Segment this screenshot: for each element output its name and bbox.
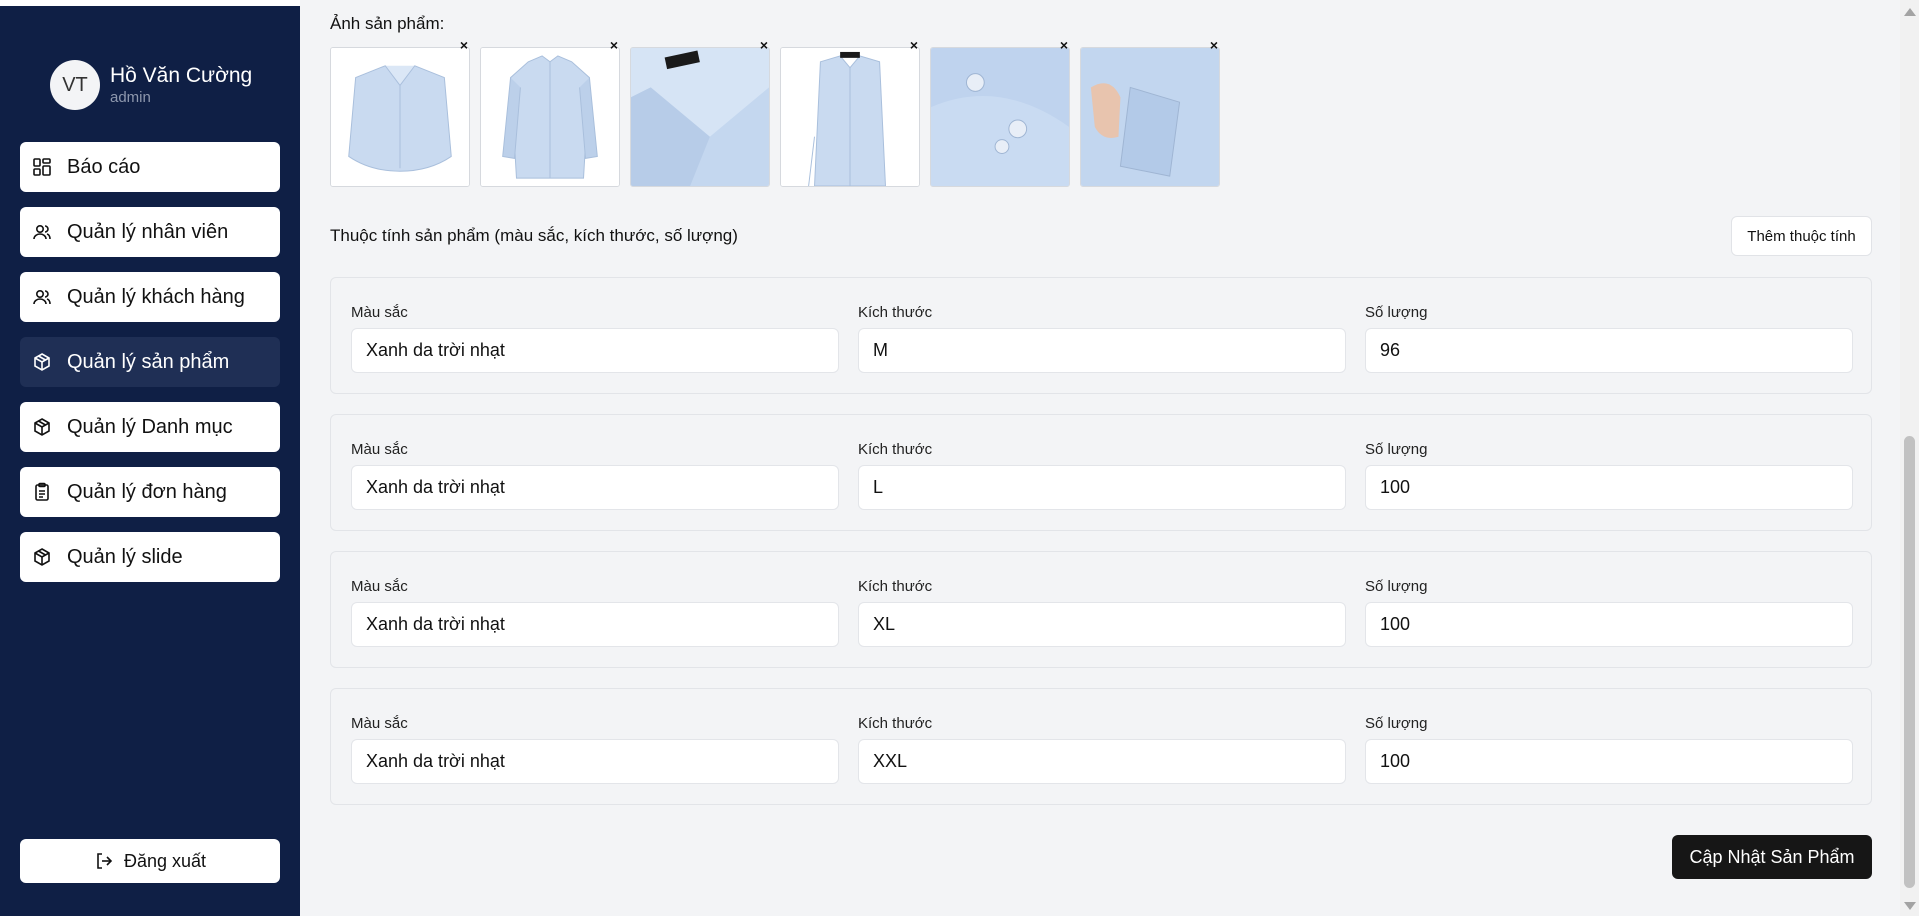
quantity-label: Số lượng [1365,441,1428,458]
size-field: Kích thước L [858,441,1346,510]
color-label: Màu sắc [351,441,408,458]
page-scrollbar[interactable] [1900,0,1919,916]
quantity-input[interactable]: 100 [1365,739,1853,784]
sidebar-item-label: Quản lý slide [67,545,183,568]
product-images-label: Ảnh sản phẩm: [330,14,445,33]
remove-image-icon[interactable]: × [460,37,468,53]
product-image-item: × [630,37,780,187]
size-label: Kích thước [858,441,933,458]
quantity-label: Số lượng [1365,304,1428,321]
box-icon [32,417,52,437]
remove-image-icon[interactable]: × [760,37,768,53]
logout-icon [94,851,114,871]
sidebar-nav: Báo cáo Quản lý nhân viên Quản lý khách … [20,142,280,597]
product-image-item: × [780,37,930,187]
size-label: Kích thước [858,578,933,595]
clipboard-icon [32,482,52,502]
size-input[interactable]: XXL [858,739,1346,784]
remove-image-icon[interactable]: × [1060,37,1068,53]
sidebar-item-bao-cao[interactable]: Báo cáo [20,142,280,192]
sidebar-item-danh-muc[interactable]: Quản lý Danh mục [20,402,280,452]
quantity-field: Số lượng 100 [1365,578,1853,647]
remove-image-icon[interactable]: × [1210,37,1218,53]
sidebar-item-label: Quản lý sản phẩm [67,350,230,373]
remove-image-icon[interactable]: × [910,37,918,53]
users-icon [32,222,52,242]
update-product-button[interactable]: Cập Nhật Sản Phẩm [1672,835,1872,879]
product-image-item: × [1080,37,1230,187]
color-label: Màu sắc [351,304,408,321]
user-name: Hồ Văn Cường [110,64,253,87]
product-image[interactable] [630,47,770,187]
product-image-item: × [930,37,1080,187]
size-field: Kích thước XL [858,578,1346,647]
users-icon [32,287,52,307]
color-input[interactable]: Xanh da trời nhạt [351,602,839,647]
product-image[interactable] [480,47,620,187]
remove-image-icon[interactable]: × [610,37,618,53]
box-icon [32,547,52,567]
sidebar-item-khach-hang[interactable]: Quản lý khách hàng [20,272,280,322]
main-content: Ảnh sản phẩm: × × × × × × Thuộc tính sản… [300,0,1900,916]
color-field: Màu sắc Xanh da trời nhạt [351,578,839,647]
quantity-label: Số lượng [1365,715,1428,732]
quantity-input[interactable]: 100 [1365,465,1853,510]
sidebar-item-san-pham[interactable]: Quản lý sản phẩm [20,337,280,387]
size-label: Kích thước [858,715,933,732]
sidebar-item-don-hang[interactable]: Quản lý đơn hàng [20,467,280,517]
box-icon [32,352,52,372]
color-field: Màu sắc Xanh da trời nhạt [351,715,839,784]
product-image[interactable] [930,47,1070,187]
product-image[interactable] [780,47,920,187]
add-attribute-button[interactable]: Thêm thuộc tính [1731,216,1872,256]
product-image[interactable] [330,47,470,187]
color-label: Màu sắc [351,715,408,732]
color-input[interactable]: Xanh da trời nhạt [351,328,839,373]
size-field: Kích thước M [858,304,1346,373]
scroll-thumb[interactable] [1904,436,1915,888]
color-label: Màu sắc [351,578,408,595]
product-image-list: × × × × × × [330,37,1230,187]
size-field: Kích thước XXL [858,715,1346,784]
attributes-title: Thuộc tính sản phẩm (màu sắc, kích thước… [330,226,738,245]
sidebar-item-slide[interactable]: Quản lý slide [20,532,280,582]
sidebar-item-label: Quản lý khách hàng [67,285,245,308]
user-profile: VT Hồ Văn Cường admin [50,60,252,110]
sidebar-item-label: Quản lý nhân viên [67,220,229,243]
product-image-item: × [480,37,630,187]
sidebar: VT Hồ Văn Cường admin Báo cáo Quản lý nh… [0,0,300,916]
quantity-field: Số lượng 96 [1365,304,1853,373]
avatar: VT [50,60,100,110]
attribute-row: Màu sắc Xanh da trời nhạt Kích thước L S… [330,414,1872,531]
quantity-field: Số lượng 100 [1365,441,1853,510]
scroll-down-arrow-icon[interactable] [1904,902,1916,910]
sidebar-item-label: Quản lý đơn hàng [67,480,227,503]
product-image[interactable] [1080,47,1220,187]
sidebar-item-label: Báo cáo [67,155,141,178]
size-input[interactable]: M [858,328,1346,373]
size-input[interactable]: L [858,465,1346,510]
logout-label: Đăng xuất [123,850,207,871]
color-input[interactable]: Xanh da trời nhạt [351,465,839,510]
size-input[interactable]: XL [858,602,1346,647]
color-field: Màu sắc Xanh da trời nhạt [351,441,839,510]
sidebar-item-nhan-vien[interactable]: Quản lý nhân viên [20,207,280,257]
attribute-row: Màu sắc Xanh da trời nhạt Kích thước XXL… [330,688,1872,805]
logout-button[interactable]: Đăng xuất [20,839,280,883]
product-image-item: × [330,37,480,187]
attribute-row: Màu sắc Xanh da trời nhạt Kích thước M S… [330,277,1872,394]
color-field: Màu sắc Xanh da trời nhạt [351,304,839,373]
quantity-label: Số lượng [1365,578,1428,595]
quantity-input[interactable]: 96 [1365,328,1853,373]
size-label: Kích thước [858,304,933,321]
scroll-up-arrow-icon[interactable] [1904,8,1916,16]
quantity-input[interactable]: 100 [1365,602,1853,647]
user-role: admin [110,89,151,106]
quantity-field: Số lượng 100 [1365,715,1853,784]
color-input[interactable]: Xanh da trời nhạt [351,739,839,784]
attribute-row: Màu sắc Xanh da trời nhạt Kích thước XL … [330,551,1872,668]
sidebar-item-label: Quản lý Danh mục [67,415,233,438]
dashboard-icon [32,157,52,177]
